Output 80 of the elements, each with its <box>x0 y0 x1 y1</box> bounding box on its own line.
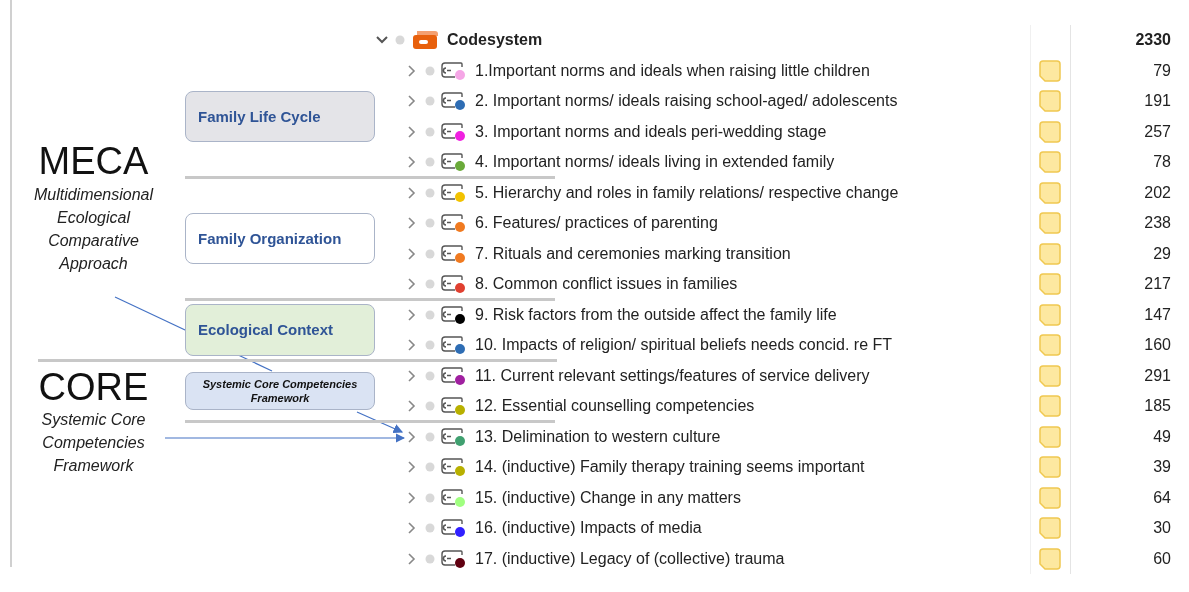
status-dot-icon <box>425 96 435 107</box>
code-icon <box>441 519 463 535</box>
code-count: 60 <box>1152 548 1172 569</box>
status-dot-icon <box>425 218 435 229</box>
code-icon <box>441 458 463 474</box>
status-dot-icon <box>425 401 435 412</box>
category-label: Ecological Context <box>185 304 375 356</box>
status-dot-icon <box>425 187 435 198</box>
code-icon <box>441 245 463 261</box>
code-icon <box>441 123 463 139</box>
code-count: 185 <box>1143 396 1172 417</box>
code-label[interactable]: 13. Delimination to western culture <box>475 427 721 446</box>
code-label[interactable]: 15. (inductive) Change in any matters <box>475 488 741 507</box>
code-icon <box>441 306 463 322</box>
code-label[interactable]: 3. Important norms and ideals peri-wedding stage <box>475 122 827 141</box>
code-label[interactable]: 2. Important norms/ ideals raising school-aged/ adolescents <box>475 92 898 111</box>
status-dot-icon <box>425 248 435 259</box>
code-count: 217 <box>1143 274 1172 295</box>
code-label[interactable]: 9. Risk factors from the outside affect the family life <box>475 305 837 324</box>
code-icon <box>441 489 463 505</box>
code-icon <box>441 184 463 200</box>
code-count: 29 <box>1152 243 1172 264</box>
status-dot-icon <box>425 553 435 564</box>
code-icon <box>441 428 463 444</box>
code-count: 64 <box>1152 487 1172 508</box>
code-label[interactable]: 10. Impacts of religion/ spiritual beliefs needs concid. re FT <box>475 336 893 355</box>
code-label[interactable]: 14. (inductive) Family therapy training seems important <box>475 458 865 477</box>
code-label[interactable]: 6. Features/ practices of parenting <box>475 214 718 233</box>
status-dot-icon <box>425 309 435 320</box>
total-count: 2330 <box>1134 30 1172 51</box>
code-label[interactable]: 11. Current relevant settings/features of service delivery <box>475 366 870 385</box>
status-dot-icon <box>425 370 435 381</box>
code-icon <box>441 214 463 230</box>
status-dot-icon <box>425 126 435 137</box>
code-count: 49 <box>1152 426 1172 447</box>
category-label: Systemic Core Competencies Framework <box>185 371 375 411</box>
code-count: 291 <box>1143 365 1172 386</box>
code-count: 30 <box>1152 518 1172 539</box>
code-label[interactable]: 7. Rituals and ceremonies marking transition <box>475 244 791 263</box>
code-label[interactable]: 8. Common conflict issues in families <box>475 275 738 294</box>
code-label[interactable]: 1.Important norms and ideals when raising little children <box>475 61 870 80</box>
status-dot-icon <box>425 431 435 442</box>
code-icon <box>441 62 463 78</box>
code-icon <box>441 550 463 566</box>
framework-title: MECA <box>38 141 149 183</box>
code-count: 79 <box>1152 60 1172 81</box>
code-count: 160 <box>1143 335 1172 356</box>
code-count: 257 <box>1143 121 1172 142</box>
code-icon <box>441 397 463 413</box>
code-count: 39 <box>1152 457 1172 478</box>
framework-subtitle: Multidimensional Ecological Comparative Approach <box>32 184 155 274</box>
code-count: 191 <box>1143 91 1172 112</box>
status-dot-icon <box>425 157 435 168</box>
code-count: 202 <box>1143 182 1172 203</box>
code-icon <box>441 367 463 383</box>
status-dot-icon <box>425 340 435 351</box>
framework-subtitle: Systemic Core Competencies Framework <box>40 410 147 477</box>
code-count: 238 <box>1143 213 1172 234</box>
code-label[interactable]: 17. (inductive) Legacy of (collective) trauma <box>475 549 785 568</box>
codesystem-icon <box>411 30 439 51</box>
status-dot-icon <box>425 462 435 473</box>
framework-title: CORE <box>38 366 149 409</box>
code-label[interactable]: 12. Essential counselling competencies <box>475 397 755 416</box>
code-icon <box>441 92 463 108</box>
status-dot-icon <box>395 35 405 46</box>
code-label[interactable]: 4. Important norms/ ideals living in extended family <box>475 153 835 172</box>
codesystem-label[interactable]: Codesystem <box>447 31 543 50</box>
status-dot-icon <box>425 523 435 534</box>
status-dot-icon <box>425 492 435 503</box>
code-icon <box>441 153 463 169</box>
code-label[interactable]: 5. Hierarchy and roles in family relations/ respective change <box>475 183 899 202</box>
category-label: Family Organization <box>185 212 375 265</box>
category-label: Family Life Cycle <box>185 90 375 143</box>
code-icon <box>441 336 463 352</box>
status-dot-icon <box>425 279 435 290</box>
status-dot-icon <box>425 65 435 76</box>
code-label[interactable]: 16. (inductive) Impacts of media <box>475 519 702 538</box>
code-icon <box>441 275 463 291</box>
code-count: 78 <box>1152 152 1172 173</box>
code-count: 147 <box>1143 304 1172 325</box>
